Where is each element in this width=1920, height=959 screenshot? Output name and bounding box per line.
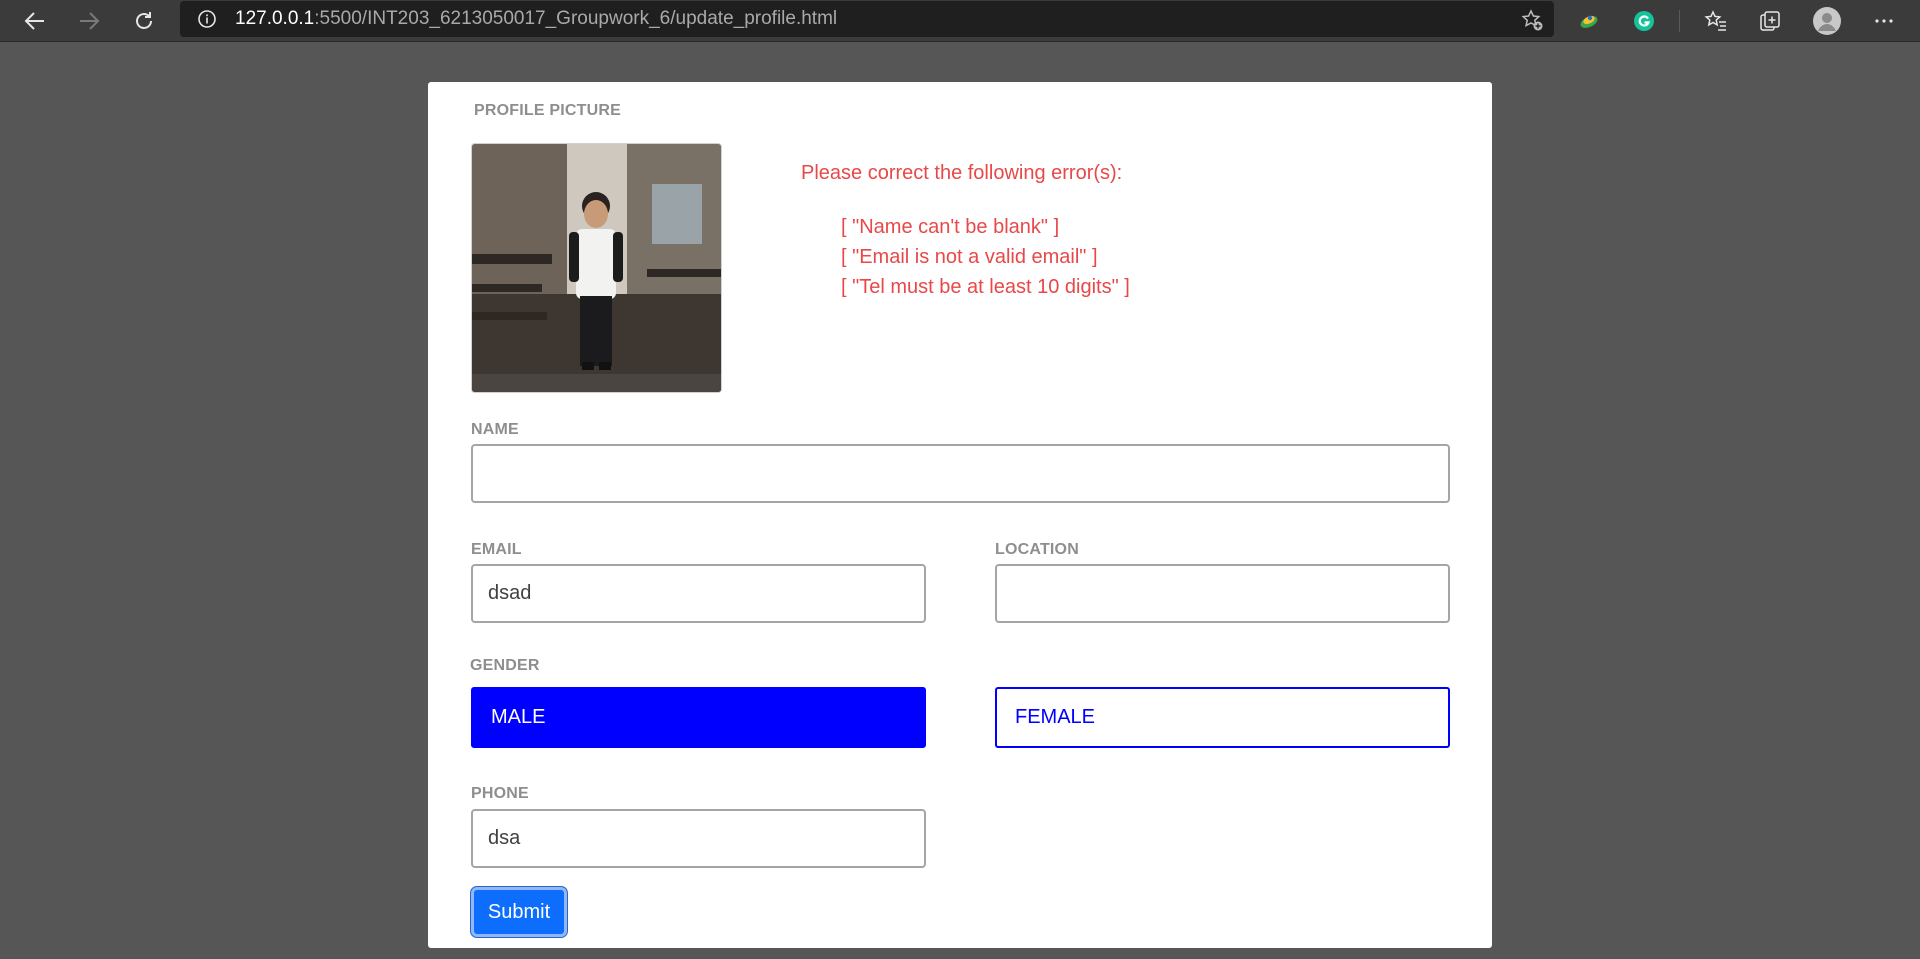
back-button[interactable] — [18, 4, 52, 38]
grammarly-icon — [1634, 11, 1654, 31]
add-favorite-icon — [1521, 9, 1543, 31]
back-arrow-icon — [24, 12, 44, 30]
collections-icon — [1760, 11, 1780, 31]
error-item: [ "Name can't be blank" ] — [841, 216, 1060, 238]
url-host: 127.0.0.1 — [235, 8, 315, 29]
email-input[interactable] — [471, 564, 926, 623]
gender-label: GENDER — [470, 657, 540, 674]
forward-button[interactable] — [72, 4, 106, 38]
forward-arrow-icon — [80, 12, 100, 30]
extension-icon — [1580, 15, 1598, 28]
gender-female-button[interactable]: FEMALE — [995, 687, 1450, 748]
error-item: [ "Tel must be at least 10 digits" ] — [841, 276, 1130, 298]
location-label: LOCATION — [995, 541, 1079, 558]
more-menu-button[interactable] — [1867, 4, 1901, 38]
collections-button[interactable] — [1753, 4, 1787, 38]
favorites-icon — [1704, 10, 1726, 31]
error-list: [ "Name can't be blank" ] [ "Email is no… — [841, 212, 1130, 302]
url-path: :5500/INT203_6213050017_Groupwork_6/upda… — [314, 8, 838, 29]
error-summary-title: Please correct the following error(s): — [801, 162, 1123, 184]
email-label: EMAIL — [471, 541, 522, 558]
browser-toolbar: 127.0.0.1:5500/INT203_6213050017_Groupwo… — [0, 0, 1920, 42]
more-icon — [1875, 19, 1893, 23]
url-text[interactable]: 127.0.0.1:5500/INT203_6213050017_Groupwo… — [235, 1, 837, 37]
extension-button[interactable] — [1572, 4, 1606, 38]
error-item: [ "Email is not a valid email" ] — [841, 246, 1098, 268]
phone-input[interactable] — [471, 809, 926, 868]
grammarly-button[interactable] — [1627, 4, 1661, 38]
profile-form-card: PROFILE PICTURE Please correct the follo — [428, 82, 1492, 948]
profile-photo-image — [472, 144, 721, 392]
toolbar-separator — [1679, 10, 1680, 32]
phone-label: PHONE — [471, 785, 529, 802]
site-info-button[interactable] — [197, 9, 217, 29]
profile-picture[interactable] — [471, 143, 722, 393]
location-input[interactable] — [995, 564, 1450, 623]
reload-icon — [136, 12, 152, 29]
profile-picture-label: PROFILE PICTURE — [474, 102, 622, 119]
reload-button[interactable] — [127, 4, 161, 38]
name-label: NAME — [471, 421, 519, 438]
address-bar[interactable]: 127.0.0.1:5500/INT203_6213050017_Groupwo… — [180, 1, 1554, 37]
profile-button[interactable] — [1810, 4, 1844, 38]
gender-male-button[interactable]: MALE — [471, 687, 926, 748]
info-icon — [198, 10, 216, 28]
submit-button[interactable]: Submit — [471, 887, 567, 937]
favorites-button[interactable] — [1699, 4, 1733, 38]
name-input[interactable] — [471, 444, 1450, 503]
profile-icon — [1813, 7, 1841, 35]
add-favorite-button[interactable] — [1520, 8, 1544, 32]
